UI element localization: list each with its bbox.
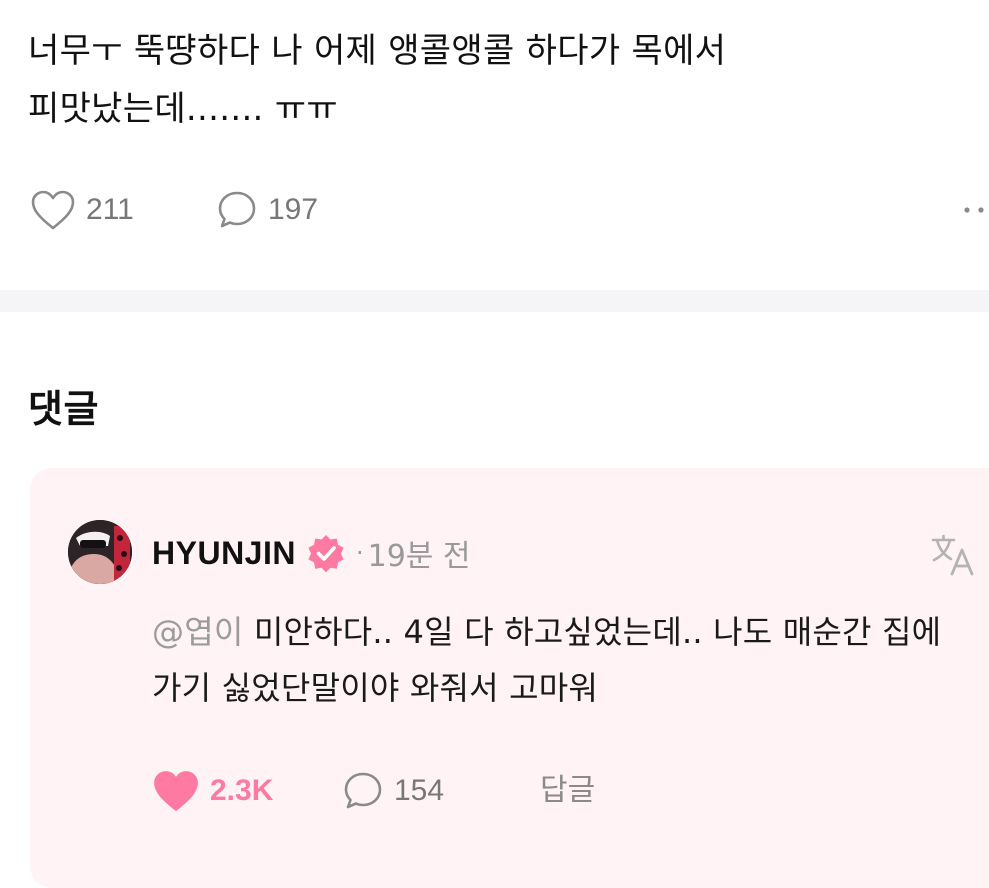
verified-badge-icon (308, 535, 344, 573)
post-actions: 211 197 (28, 185, 989, 235)
post-like-count: 211 (86, 193, 134, 226)
comment-like-count: 2.3K (210, 774, 274, 807)
avatar-image (68, 520, 132, 584)
speech-bubble-icon (344, 772, 382, 809)
author-name[interactable]: HYUNJIN (152, 535, 296, 572)
heart-outline-icon (31, 190, 75, 230)
comment-time: 19분 전 (367, 539, 471, 574)
post-text: 너무ㅜ 뚝땽하다 나 어제 앵콜앵콜 하다가 목에서 피맛났는데....... … (28, 31, 727, 129)
post-comment-count: 197 (268, 193, 319, 226)
comment-reply-count: 154 (394, 774, 445, 807)
heart-filled-icon (154, 771, 198, 811)
comment-text: @엽이 미안하다.. 4일 다 하고싶었는데.. 나도 매순간 집에 가기 싫었… (152, 604, 972, 716)
avatar[interactable] (68, 520, 132, 584)
post-comment-button[interactable]: 197 (216, 185, 318, 235)
meta-separator: · (355, 539, 364, 567)
comments-section-title: 댓글 (28, 387, 99, 431)
more-dots-icon[interactable] (959, 195, 989, 225)
post-like-button[interactable]: 211 (30, 185, 134, 235)
comment-actions: 2.3K 154 답글 (152, 766, 852, 816)
comment-like-button[interactable]: 2.3K (152, 766, 273, 816)
speech-bubble-icon (218, 191, 256, 228)
comment-reply-count-button[interactable]: 154 (342, 766, 444, 816)
comment-mention[interactable]: @엽이 (152, 613, 243, 651)
comment-body: 미안하다.. 4일 다 하고싶었는데.. 나도 매순간 집에 가기 싫었단말이야… (152, 613, 942, 707)
section-divider (0, 290, 989, 312)
comment-header: HYUNJIN · 19분 전 (152, 528, 471, 578)
reply-button[interactable]: 답글 (540, 766, 595, 816)
translate-icon[interactable] (930, 532, 976, 576)
